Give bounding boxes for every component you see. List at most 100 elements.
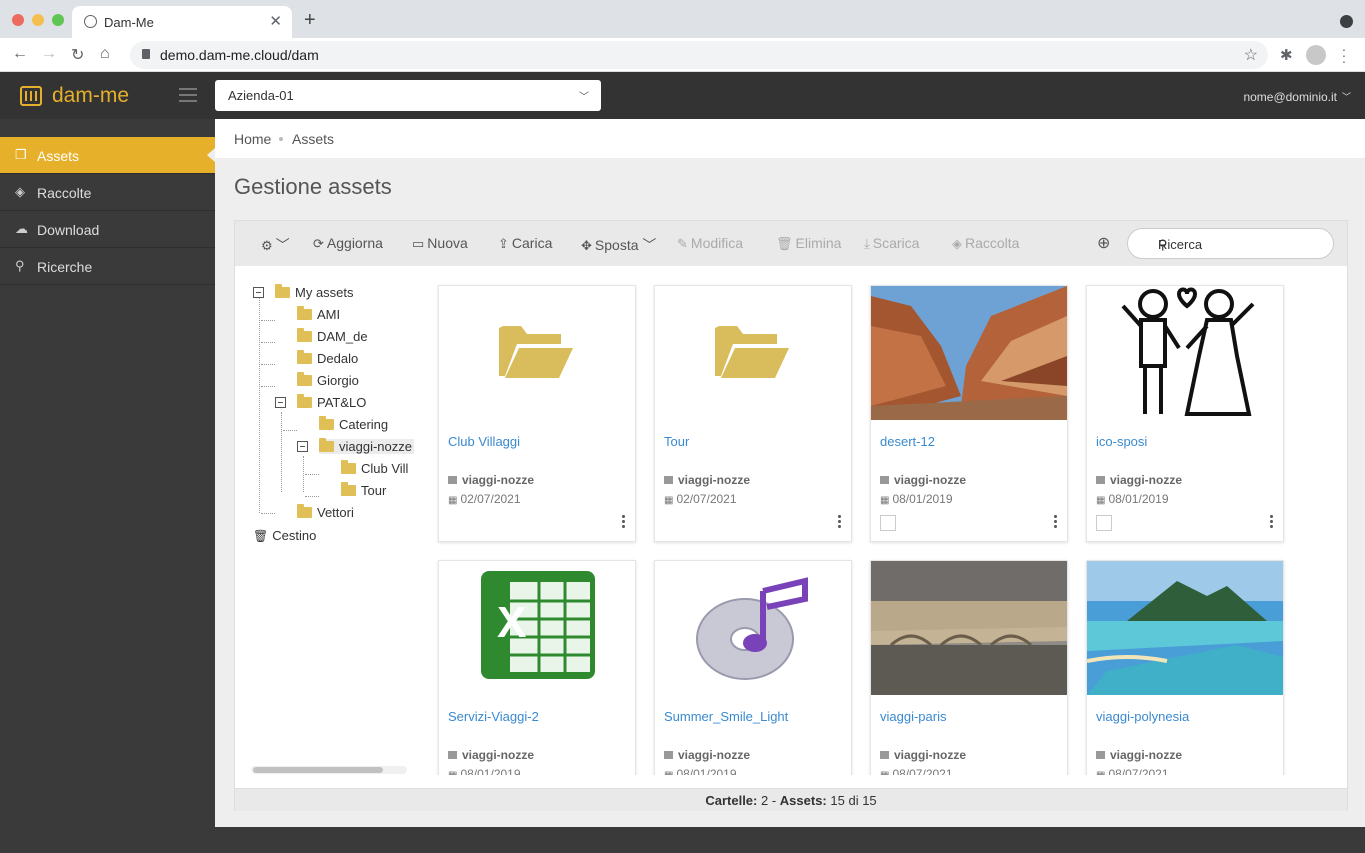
asset-card[interactable]: viaggi-polynesia viaggi-nozze ▦08/07/202…	[1086, 560, 1284, 775]
card-title[interactable]: desert-12	[880, 434, 935, 449]
reload-icon[interactable]: ↻	[71, 45, 84, 65]
card-title[interactable]: viaggi-paris	[880, 709, 946, 724]
layers-icon: ◈	[952, 236, 962, 251]
asset-card[interactable]: viaggi-paris viaggi-nozze ▦08/07/2021	[870, 560, 1068, 775]
card-title[interactable]: Tour	[664, 434, 689, 449]
tree-scrollbar[interactable]	[251, 766, 407, 774]
sidebar-item-ricerche[interactable]: ⚲ Ricerche	[0, 248, 215, 285]
folder-icon	[1096, 751, 1105, 759]
folder-icon	[1096, 476, 1105, 484]
desert-image	[871, 286, 1067, 420]
folder-icon	[341, 460, 356, 474]
tree-node-viaggi-nozze[interactable]: viaggi-nozze	[319, 438, 414, 454]
calendar-icon: ▦	[1096, 770, 1105, 775]
minimize-window-button[interactable]	[32, 14, 44, 26]
tree-node-ami[interactable]: AMI	[297, 306, 340, 322]
folder-icon	[664, 476, 673, 484]
tree-node-vettori[interactable]: Vettori	[297, 504, 354, 520]
svg-text:X: X	[497, 598, 526, 647]
aggiorna-button[interactable]: ⟳ Aggiorna	[313, 235, 383, 252]
zoom-icon[interactable]: ⊕	[1097, 233, 1110, 253]
url-text: demo.dam-me.cloud/dam	[160, 47, 319, 63]
menu-toggle-icon[interactable]	[179, 88, 197, 106]
folder-icon	[297, 328, 312, 342]
tab-title: Dam-Me	[104, 15, 154, 30]
card-title[interactable]: Servizi-Viaggi-2	[448, 709, 539, 724]
browser-menu-icon[interactable]: · · ·	[1341, 42, 1347, 68]
folder-icon	[448, 476, 457, 484]
search-input[interactable]: ⚲ Ricerca	[1127, 228, 1334, 259]
card-path: viaggi-nozze	[664, 748, 750, 762]
card-date: ▦08/01/2019	[664, 767, 737, 775]
settings-dropdown[interactable]: ⚙ ﹀	[261, 235, 290, 255]
card-date: ▦08/07/2021	[1096, 767, 1169, 775]
close-window-button[interactable]	[12, 14, 24, 26]
nuova-button[interactable]: ▭ Nuova	[412, 235, 468, 252]
tab-close-icon[interactable]: ✕	[269, 12, 282, 30]
breadcrumb-separator	[279, 137, 283, 141]
tree-node-cestino[interactable]: 🗑 Cestino	[253, 528, 316, 543]
carica-button[interactable]: ⇪ Carica	[498, 235, 552, 252]
assets-panel: ⚙ ﹀ ⟳ Aggiorna ▭ Nuova ⇪ Carica ✥ Sposta ﹀ ✎ M…	[234, 220, 1348, 811]
raccolta-button[interactable]: ◈ Raccolta	[952, 235, 1019, 252]
asset-card[interactable]: Summer_Smile_Light viaggi-nozze ▦08/01/2…	[654, 560, 852, 775]
forward-icon[interactable]: →	[41, 45, 57, 63]
asset-card[interactable]: X Servizi-Viaggi-2 viaggi-nozze ▦08/01/2…	[438, 560, 636, 775]
assets-label: Assets:	[779, 793, 827, 808]
more-options-icon[interactable]	[838, 515, 842, 530]
asset-card[interactable]: desert-12 viaggi-nozze ▦ 08/01/2019	[870, 285, 1068, 542]
card-title[interactable]: viaggi-polynesia	[1096, 709, 1189, 724]
card-title[interactable]: Summer_Smile_Light	[664, 709, 788, 724]
home-icon[interactable]: ⌂	[100, 45, 110, 63]
back-icon[interactable]: ←	[12, 45, 28, 63]
more-options-icon[interactable]	[1270, 515, 1274, 530]
breadcrumb-home[interactable]: Home	[234, 131, 271, 147]
page-title: Gestione assets	[234, 174, 392, 199]
bookmark-star-icon[interactable]: ☆	[1244, 45, 1258, 65]
collapse-toggle[interactable]	[253, 287, 264, 298]
tree-node-pat-lo[interactable]: PAT&LO	[297, 394, 366, 410]
collapse-toggle[interactable]	[275, 397, 286, 408]
collapse-toggle[interactable]	[297, 441, 308, 452]
scarica-button[interactable]: ⤓ Scarica	[864, 235, 919, 252]
audio-cd-icon	[655, 561, 851, 695]
footer-bar	[215, 827, 1365, 853]
tab-search-icon[interactable]	[1340, 15, 1353, 28]
calendar-icon: ▦	[448, 495, 458, 506]
tree-node-my-assets[interactable]: My assets	[275, 284, 354, 300]
asset-card[interactable]: ico-sposi viaggi-nozze ▦ 08/01/2019	[1086, 285, 1284, 542]
tree-node-tour[interactable]: Tour	[341, 482, 386, 498]
select-checkbox[interactable]	[880, 515, 896, 531]
wedding-couple-icon	[1087, 286, 1283, 420]
extensions-icon[interactable]: ✱	[1280, 46, 1293, 64]
sidebar-item-assets[interactable]: ❐ Assets	[0, 137, 215, 174]
card-title[interactable]: Club Villaggi	[448, 434, 520, 449]
card-title[interactable]: ico-sposi	[1096, 434, 1147, 449]
excel-icon: X	[439, 561, 635, 695]
sidebar-item-download[interactable]: ☁ Download	[0, 211, 215, 248]
company-select[interactable]: Azienda-01 ﹀	[215, 80, 601, 111]
new-tab-button[interactable]: +	[304, 10, 316, 30]
tree-node-dam-de[interactable]: DAM_de	[297, 328, 368, 344]
modifica-button[interactable]: ✎ Modifica	[677, 235, 743, 252]
tree-node-giorgio[interactable]: Giorgio	[297, 372, 359, 388]
more-options-icon[interactable]	[1054, 515, 1058, 530]
more-options-icon[interactable]	[622, 515, 626, 530]
address-bar[interactable]: demo.dam-me.cloud/dam ☆	[130, 41, 1268, 69]
asset-card[interactable]: Tour viaggi-nozze ▦ 02/07/2021	[654, 285, 852, 542]
tree-node-club-vill[interactable]: Club Vill	[341, 460, 408, 476]
sidebar-item-raccolte[interactable]: ◈ Raccolte	[0, 174, 215, 211]
user-chevron-icon[interactable]: ﹀	[1342, 90, 1351, 103]
maximize-window-button[interactable]	[52, 14, 64, 26]
profile-avatar[interactable]	[1306, 45, 1326, 65]
folder-open-icon	[715, 326, 789, 378]
select-checkbox[interactable]	[1096, 515, 1112, 531]
tree-node-catering[interactable]: Catering	[319, 416, 388, 432]
browser-tab[interactable]: Dam-Me ✕	[72, 6, 292, 38]
assets-count: 15 di 15	[830, 793, 877, 808]
user-menu[interactable]: nome@dominio.it	[1243, 90, 1337, 104]
sposta-button[interactable]: ✥ Sposta ﹀	[581, 235, 656, 255]
elimina-button[interactable]: 🗑 Elimina	[776, 235, 841, 252]
asset-card[interactable]: Club Villaggi viaggi-nozze ▦ 02/07/2021	[438, 285, 636, 542]
tree-node-dedalo[interactable]: Dedalo	[297, 350, 358, 366]
